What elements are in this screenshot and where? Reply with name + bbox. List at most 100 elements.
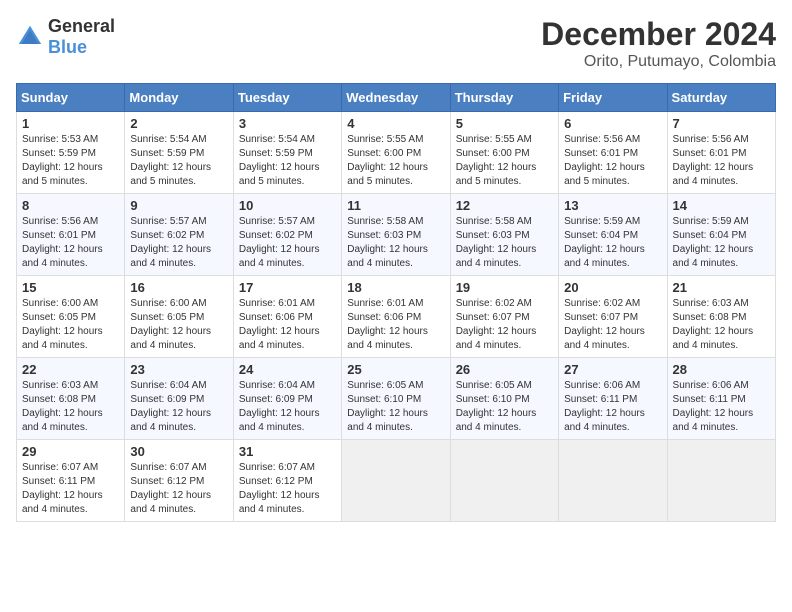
calendar-cell: 5 Sunrise: 5:55 AM Sunset: 6:00 PM Dayli…	[450, 112, 558, 194]
calendar: SundayMondayTuesdayWednesdayThursdayFrid…	[16, 83, 776, 522]
day-number: 15	[22, 280, 119, 295]
calendar-cell: 22 Sunrise: 6:03 AM Sunset: 6:08 PM Dayl…	[17, 358, 125, 440]
day-info: Sunrise: 6:00 AM Sunset: 6:05 PM Dayligh…	[130, 297, 227, 353]
calendar-cell: 17 Sunrise: 6:01 AM Sunset: 6:06 PM Dayl…	[233, 276, 341, 358]
day-number: 19	[456, 280, 553, 295]
day-number: 20	[564, 280, 661, 295]
day-info: Sunrise: 5:58 AM Sunset: 6:03 PM Dayligh…	[456, 215, 553, 271]
day-info: Sunrise: 6:07 AM Sunset: 6:12 PM Dayligh…	[239, 461, 336, 517]
day-info: Sunrise: 6:05 AM Sunset: 6:10 PM Dayligh…	[456, 379, 553, 435]
calendar-cell: 9 Sunrise: 5:57 AM Sunset: 6:02 PM Dayli…	[125, 194, 233, 276]
weekday-header: Tuesday	[233, 84, 341, 112]
day-number: 13	[564, 198, 661, 213]
weekday-row: SundayMondayTuesdayWednesdayThursdayFrid…	[17, 84, 776, 112]
day-number: 25	[347, 362, 444, 377]
calendar-cell: 23 Sunrise: 6:04 AM Sunset: 6:09 PM Dayl…	[125, 358, 233, 440]
day-info: Sunrise: 6:04 AM Sunset: 6:09 PM Dayligh…	[130, 379, 227, 435]
day-info: Sunrise: 5:59 AM Sunset: 6:04 PM Dayligh…	[564, 215, 661, 271]
day-info: Sunrise: 5:57 AM Sunset: 6:02 PM Dayligh…	[130, 215, 227, 271]
calendar-cell: 15 Sunrise: 6:00 AM Sunset: 6:05 PM Dayl…	[17, 276, 125, 358]
day-number: 8	[22, 198, 119, 213]
calendar-cell: 6 Sunrise: 5:56 AM Sunset: 6:01 PM Dayli…	[559, 112, 667, 194]
weekday-header: Saturday	[667, 84, 775, 112]
day-info: Sunrise: 6:05 AM Sunset: 6:10 PM Dayligh…	[347, 379, 444, 435]
day-info: Sunrise: 6:02 AM Sunset: 6:07 PM Dayligh…	[456, 297, 553, 353]
day-info: Sunrise: 6:04 AM Sunset: 6:09 PM Dayligh…	[239, 379, 336, 435]
calendar-cell: 8 Sunrise: 5:56 AM Sunset: 6:01 PM Dayli…	[17, 194, 125, 276]
day-info: Sunrise: 6:01 AM Sunset: 6:06 PM Dayligh…	[347, 297, 444, 353]
day-number: 30	[130, 444, 227, 459]
day-info: Sunrise: 5:53 AM Sunset: 5:59 PM Dayligh…	[22, 133, 119, 189]
calendar-cell: 1 Sunrise: 5:53 AM Sunset: 5:59 PM Dayli…	[17, 112, 125, 194]
day-number: 31	[239, 444, 336, 459]
calendar-cell: 13 Sunrise: 5:59 AM Sunset: 6:04 PM Dayl…	[559, 194, 667, 276]
day-info: Sunrise: 5:56 AM Sunset: 6:01 PM Dayligh…	[673, 133, 770, 189]
day-number: 9	[130, 198, 227, 213]
calendar-cell: 25 Sunrise: 6:05 AM Sunset: 6:10 PM Dayl…	[342, 358, 450, 440]
calendar-cell: 30 Sunrise: 6:07 AM Sunset: 6:12 PM Dayl…	[125, 440, 233, 522]
day-info: Sunrise: 6:06 AM Sunset: 6:11 PM Dayligh…	[673, 379, 770, 435]
calendar-cell: 7 Sunrise: 5:56 AM Sunset: 6:01 PM Dayli…	[667, 112, 775, 194]
day-number: 18	[347, 280, 444, 295]
day-number: 4	[347, 116, 444, 131]
calendar-week-row: 8 Sunrise: 5:56 AM Sunset: 6:01 PM Dayli…	[17, 194, 776, 276]
calendar-cell: 11 Sunrise: 5:58 AM Sunset: 6:03 PM Dayl…	[342, 194, 450, 276]
day-info: Sunrise: 5:56 AM Sunset: 6:01 PM Dayligh…	[22, 215, 119, 271]
calendar-cell: 26 Sunrise: 6:05 AM Sunset: 6:10 PM Dayl…	[450, 358, 558, 440]
calendar-cell: 28 Sunrise: 6:06 AM Sunset: 6:11 PM Dayl…	[667, 358, 775, 440]
calendar-cell	[342, 440, 450, 522]
day-info: Sunrise: 6:00 AM Sunset: 6:05 PM Dayligh…	[22, 297, 119, 353]
calendar-body: 1 Sunrise: 5:53 AM Sunset: 5:59 PM Dayli…	[17, 112, 776, 522]
weekday-header: Sunday	[17, 84, 125, 112]
day-info: Sunrise: 6:07 AM Sunset: 6:12 PM Dayligh…	[130, 461, 227, 517]
calendar-cell: 24 Sunrise: 6:04 AM Sunset: 6:09 PM Dayl…	[233, 358, 341, 440]
calendar-header: SundayMondayTuesdayWednesdayThursdayFrid…	[17, 84, 776, 112]
calendar-cell: 10 Sunrise: 5:57 AM Sunset: 6:02 PM Dayl…	[233, 194, 341, 276]
day-number: 17	[239, 280, 336, 295]
day-info: Sunrise: 5:54 AM Sunset: 5:59 PM Dayligh…	[130, 133, 227, 189]
title-block: December 2024 Orito, Putumayo, Colombia	[541, 16, 776, 71]
calendar-week-row: 15 Sunrise: 6:00 AM Sunset: 6:05 PM Dayl…	[17, 276, 776, 358]
calendar-cell: 16 Sunrise: 6:00 AM Sunset: 6:05 PM Dayl…	[125, 276, 233, 358]
logo: General Blue	[16, 16, 115, 58]
calendar-cell: 31 Sunrise: 6:07 AM Sunset: 6:12 PM Dayl…	[233, 440, 341, 522]
day-number: 24	[239, 362, 336, 377]
day-number: 27	[564, 362, 661, 377]
day-number: 1	[22, 116, 119, 131]
day-number: 16	[130, 280, 227, 295]
day-number: 26	[456, 362, 553, 377]
logo-general: General	[48, 16, 115, 36]
weekday-header: Friday	[559, 84, 667, 112]
day-info: Sunrise: 5:56 AM Sunset: 6:01 PM Dayligh…	[564, 133, 661, 189]
day-number: 11	[347, 198, 444, 213]
main-title: December 2024	[541, 16, 776, 53]
day-number: 10	[239, 198, 336, 213]
weekday-header: Wednesday	[342, 84, 450, 112]
header: General Blue December 2024 Orito, Putuma…	[16, 16, 776, 71]
day-number: 21	[673, 280, 770, 295]
day-number: 7	[673, 116, 770, 131]
calendar-week-row: 29 Sunrise: 6:07 AM Sunset: 6:11 PM Dayl…	[17, 440, 776, 522]
calendar-cell	[667, 440, 775, 522]
calendar-cell: 18 Sunrise: 6:01 AM Sunset: 6:06 PM Dayl…	[342, 276, 450, 358]
day-number: 5	[456, 116, 553, 131]
calendar-cell: 29 Sunrise: 6:07 AM Sunset: 6:11 PM Dayl…	[17, 440, 125, 522]
calendar-cell: 20 Sunrise: 6:02 AM Sunset: 6:07 PM Dayl…	[559, 276, 667, 358]
day-number: 23	[130, 362, 227, 377]
calendar-cell: 19 Sunrise: 6:02 AM Sunset: 6:07 PM Dayl…	[450, 276, 558, 358]
day-number: 29	[22, 444, 119, 459]
day-info: Sunrise: 5:59 AM Sunset: 6:04 PM Dayligh…	[673, 215, 770, 271]
page-wrapper: General Blue December 2024 Orito, Putuma…	[16, 16, 776, 522]
day-info: Sunrise: 6:07 AM Sunset: 6:11 PM Dayligh…	[22, 461, 119, 517]
day-info: Sunrise: 6:06 AM Sunset: 6:11 PM Dayligh…	[564, 379, 661, 435]
calendar-cell: 12 Sunrise: 5:58 AM Sunset: 6:03 PM Dayl…	[450, 194, 558, 276]
day-number: 14	[673, 198, 770, 213]
logo-blue: Blue	[48, 37, 87, 57]
calendar-cell: 3 Sunrise: 5:54 AM Sunset: 5:59 PM Dayli…	[233, 112, 341, 194]
logo-icon	[16, 23, 44, 51]
weekday-header: Monday	[125, 84, 233, 112]
day-info: Sunrise: 5:58 AM Sunset: 6:03 PM Dayligh…	[347, 215, 444, 271]
day-number: 2	[130, 116, 227, 131]
day-number: 12	[456, 198, 553, 213]
day-info: Sunrise: 5:54 AM Sunset: 5:59 PM Dayligh…	[239, 133, 336, 189]
